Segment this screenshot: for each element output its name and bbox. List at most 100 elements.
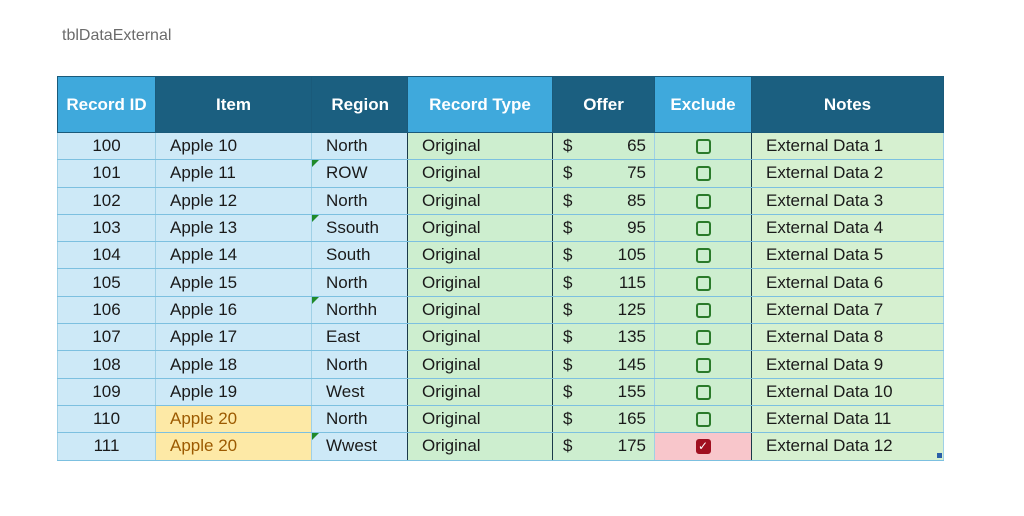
record-id-cell[interactable]: 108 [57, 350, 156, 379]
table-resize-handle-icon[interactable] [937, 453, 942, 458]
offer-cell[interactable]: $145 [552, 350, 655, 379]
exclude-cell[interactable] [654, 323, 752, 352]
notes-cell[interactable]: External Data 7 [751, 296, 944, 325]
offer-cell[interactable]: $105 [552, 241, 655, 270]
exclude-cell[interactable] [654, 268, 752, 297]
record-type-cell[interactable]: Original [407, 132, 553, 161]
exclude-cell[interactable] [654, 241, 752, 270]
offer-cell[interactable]: $165 [552, 405, 655, 434]
offer-cell[interactable]: $175 [552, 432, 655, 461]
offer-cell[interactable]: $125 [552, 296, 655, 325]
offer-cell[interactable]: $115 [552, 268, 655, 297]
region-cell[interactable]: Wwest [311, 432, 408, 461]
notes-cell[interactable]: External Data 3 [751, 187, 944, 215]
record-type-cell[interactable]: Original [407, 187, 553, 215]
item-cell[interactable]: Apple 13 [155, 214, 312, 243]
header-notes[interactable]: Notes [751, 76, 944, 133]
record-type-cell[interactable]: Original [407, 432, 553, 461]
exclude-cell[interactable] [654, 187, 752, 215]
offer-cell[interactable]: $65 [552, 132, 655, 161]
checkbox-unchecked-icon[interactable] [695, 221, 711, 237]
record-type-cell[interactable]: Original [407, 268, 553, 297]
checkbox-unchecked-icon[interactable] [695, 357, 711, 373]
record-type-cell[interactable]: Original [407, 405, 553, 434]
notes-cell[interactable]: External Data 6 [751, 268, 944, 297]
region-cell[interactable]: Ssouth [311, 214, 408, 243]
notes-cell[interactable]: External Data 9 [751, 350, 944, 379]
notes-cell[interactable]: External Data 4 [751, 214, 944, 243]
checkbox-checked-icon[interactable]: ✓ [695, 439, 711, 455]
region-cell[interactable]: North [311, 268, 408, 297]
checkbox-unchecked-icon[interactable] [695, 139, 711, 155]
item-cell[interactable]: Apple 15 [155, 268, 312, 297]
header-offer[interactable]: Offer [552, 76, 655, 133]
exclude-cell[interactable] [654, 132, 752, 161]
exclude-cell[interactable] [654, 350, 752, 379]
offer-cell[interactable]: $95 [552, 214, 655, 243]
checkbox-unchecked-icon[interactable] [695, 412, 711, 428]
offer-cell[interactable]: $135 [552, 323, 655, 352]
record-id-cell[interactable]: 103 [57, 214, 156, 243]
checkbox-unchecked-icon[interactable] [695, 330, 711, 346]
item-cell[interactable]: Apple 17 [155, 323, 312, 352]
item-cell[interactable]: Apple 11 [155, 159, 312, 188]
header-record-type[interactable]: Record Type [407, 76, 553, 133]
record-id-cell[interactable]: 101 [57, 159, 156, 188]
region-cell[interactable]: Northh [311, 296, 408, 325]
item-cell[interactable]: Apple 20 [155, 432, 312, 461]
checkbox-unchecked-icon[interactable] [695, 193, 711, 209]
notes-cell[interactable]: External Data 2 [751, 159, 944, 188]
item-cell[interactable]: Apple 18 [155, 350, 312, 379]
item-cell[interactable]: Apple 12 [155, 187, 312, 215]
exclude-cell[interactable] [654, 214, 752, 243]
record-type-cell[interactable]: Original [407, 214, 553, 243]
error-flag-icon[interactable] [312, 214, 319, 222]
record-id-cell[interactable]: 107 [57, 323, 156, 352]
checkbox-unchecked-icon[interactable] [695, 275, 711, 291]
item-cell[interactable]: Apple 19 [155, 378, 312, 406]
error-flag-icon[interactable] [312, 433, 319, 441]
record-id-cell[interactable]: 111 [57, 432, 156, 461]
item-cell[interactable]: Apple 14 [155, 241, 312, 270]
record-type-cell[interactable]: Original [407, 323, 553, 352]
checkbox-unchecked-icon[interactable] [695, 166, 711, 182]
error-flag-icon[interactable] [312, 160, 319, 168]
record-id-cell[interactable]: 100 [57, 132, 156, 161]
record-id-cell[interactable]: 110 [57, 405, 156, 434]
checkbox-unchecked-icon[interactable] [695, 302, 711, 318]
notes-cell[interactable]: External Data 10 [751, 378, 944, 406]
offer-cell[interactable]: $155 [552, 378, 655, 406]
header-item[interactable]: Item [155, 76, 312, 133]
region-cell[interactable]: North [311, 132, 408, 161]
offer-cell[interactable]: $85 [552, 187, 655, 215]
exclude-cell[interactable] [654, 296, 752, 325]
notes-cell[interactable]: External Data 11 [751, 405, 944, 434]
record-id-cell[interactable]: 102 [57, 187, 156, 215]
region-cell[interactable]: West [311, 378, 408, 406]
record-type-cell[interactable]: Original [407, 159, 553, 188]
item-cell[interactable]: Apple 10 [155, 132, 312, 161]
region-cell[interactable]: East [311, 323, 408, 352]
notes-cell[interactable]: External Data 8 [751, 323, 944, 352]
exclude-cell[interactable] [654, 405, 752, 434]
checkbox-unchecked-icon[interactable] [695, 248, 711, 264]
record-type-cell[interactable]: Original [407, 378, 553, 406]
header-record-id[interactable]: Record ID [57, 76, 156, 133]
notes-cell[interactable]: External Data 5 [751, 241, 944, 270]
offer-cell[interactable]: $75 [552, 159, 655, 188]
record-id-cell[interactable]: 104 [57, 241, 156, 270]
region-cell[interactable]: North [311, 350, 408, 379]
header-exclude[interactable]: Exclude [654, 76, 752, 133]
record-id-cell[interactable]: 106 [57, 296, 156, 325]
record-id-cell[interactable]: 109 [57, 378, 156, 406]
record-id-cell[interactable]: 105 [57, 268, 156, 297]
region-cell[interactable]: South [311, 241, 408, 270]
region-cell[interactable]: North [311, 187, 408, 215]
region-cell[interactable]: North [311, 405, 408, 434]
record-type-cell[interactable]: Original [407, 350, 553, 379]
error-flag-icon[interactable] [312, 296, 319, 304]
exclude-cell[interactable] [654, 378, 752, 406]
item-cell[interactable]: Apple 20 [155, 405, 312, 434]
record-type-cell[interactable]: Original [407, 241, 553, 270]
notes-cell[interactable]: External Data 1 [751, 132, 944, 161]
